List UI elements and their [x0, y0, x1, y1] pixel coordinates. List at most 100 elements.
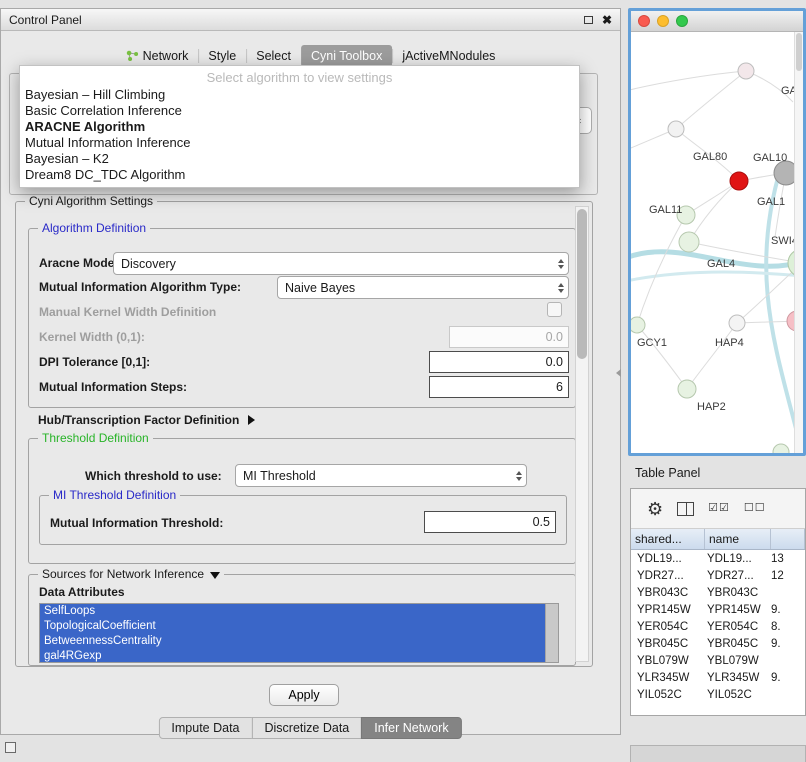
- dropdown-option-dream8[interactable]: Dream8 DC_TDC Algorithm: [20, 167, 579, 183]
- table-panel-window: ⚙ ☑☑ ☐☐ shared... name YDL19...YDL19...1…: [630, 488, 806, 716]
- table-row[interactable]: YBL079WYBL079W: [631, 652, 805, 669]
- hub-definition-label: Hub/Transcription Factor Definition: [38, 413, 239, 427]
- tab-jactivemnodules[interactable]: jActiveMNodules: [392, 45, 505, 67]
- table-row[interactable]: YPR145WYPR145W9.: [631, 601, 805, 618]
- tab-network[interactable]: Network: [116, 45, 199, 67]
- network-edge[interactable]: [676, 71, 746, 129]
- select-all-checkbox-icon[interactable]: ☑☑: [708, 503, 730, 514]
- algorithm-dropdown-popup: Select algorithm to view settings Bayesi…: [19, 65, 580, 188]
- attributes-list-scrollbar[interactable]: [545, 604, 558, 662]
- columns-icon[interactable]: [677, 502, 694, 516]
- node-label: HAP4: [715, 337, 744, 349]
- tab-impute-data[interactable]: Impute Data: [158, 717, 252, 739]
- table-cell: YBR045C: [631, 638, 705, 650]
- mi-type-value: Naive Bayes: [285, 281, 355, 295]
- manual-kernel-checkbox[interactable]: [547, 302, 562, 317]
- network-node[interactable]: [773, 444, 789, 453]
- tab-style[interactable]: Style: [198, 45, 246, 67]
- table-row[interactable]: YBR045CYBR045C9.: [631, 635, 805, 652]
- table-row[interactable]: YBR043CYBR043C: [631, 584, 805, 601]
- network-node[interactable]: [729, 315, 745, 331]
- kernel-width-field[interactable]: 0.0: [449, 326, 569, 348]
- algorithm-definition-group: Algorithm Definition Aracne Mode: Discov…: [28, 228, 576, 408]
- minimize-traffic-light[interactable]: [657, 15, 669, 27]
- chevron-down-icon: [210, 572, 220, 579]
- node-label: GAL1: [757, 196, 785, 208]
- mi-type-select[interactable]: Naive Bayes: [277, 276, 569, 299]
- control-panel-tabbar: Network Style Select Cyni Toolbox jActiv…: [116, 45, 506, 67]
- tab-cyni-toolbox[interactable]: Cyni Toolbox: [301, 45, 392, 67]
- mi-steps-field[interactable]: 6: [429, 376, 569, 398]
- table-cell: YLR345W: [631, 672, 705, 684]
- attribute-item[interactable]: SelfLoops: [40, 604, 545, 619]
- sources-group-title[interactable]: Sources for Network Inference: [38, 567, 224, 581]
- tab-label: Network: [143, 49, 189, 63]
- data-attributes-list[interactable]: SelfLoopsTopologicalCoefficientBetweenne…: [39, 603, 559, 663]
- tab-select[interactable]: Select: [246, 45, 301, 67]
- table-row[interactable]: YIL052CYIL052C: [631, 686, 805, 703]
- column-header-shared-name[interactable]: shared...: [631, 529, 705, 549]
- network-edge[interactable]: [637, 325, 687, 389]
- attribute-item[interactable]: BetweennessCentrality: [40, 634, 545, 649]
- network-node[interactable]: [738, 63, 754, 79]
- dropdown-option-basic-correlation[interactable]: Basic Correlation Inference: [20, 103, 579, 119]
- control-panel-titlebar[interactable]: Control Panel ✖: [1, 9, 620, 31]
- dropdown-option-bayesian-hill-climbing[interactable]: Bayesian – Hill Climbing: [20, 87, 579, 103]
- table-cell: YPR145W: [705, 604, 771, 616]
- table-row[interactable]: YDL19...YDL19...13: [631, 550, 805, 567]
- network-node[interactable]: [679, 232, 699, 252]
- settings-scrollbar[interactable]: [575, 206, 589, 662]
- dropdown-option-bayesian-k2[interactable]: Bayesian – K2: [20, 151, 579, 167]
- network-edge[interactable]: [689, 181, 739, 242]
- tab-discretize-data[interactable]: Discretize Data: [252, 717, 363, 739]
- table-cell: 9.: [771, 638, 805, 650]
- column-header-name[interactable]: name: [705, 529, 771, 549]
- table-row[interactable]: YER054CYER054C8.: [631, 618, 805, 635]
- apply-button[interactable]: Apply: [269, 684, 339, 706]
- dropdown-option-aracne[interactable]: ARACNE Algorithm: [20, 119, 579, 135]
- attribute-item[interactable]: gal4RGexp: [40, 649, 545, 663]
- which-threshold-label: Which threshold to use:: [85, 469, 222, 483]
- aracne-mode-select[interactable]: Discovery: [113, 252, 569, 275]
- table-row[interactable]: YLR345WYLR345W9.: [631, 669, 805, 686]
- deselect-all-checkbox-icon[interactable]: ☐☐: [744, 503, 766, 514]
- float-window-icon[interactable]: [584, 16, 593, 24]
- dpi-tolerance-field[interactable]: 0.0: [429, 351, 569, 373]
- table-panel-title: Table Panel: [635, 466, 700, 480]
- network-node[interactable]: [631, 317, 645, 333]
- network-canvas[interactable]: GALGAL80GAL10GAL11GAL1SWI4GAL4GCY1HAP4HA…: [631, 32, 803, 453]
- network-edge[interactable]: [687, 323, 737, 389]
- combo-arrows-icon: [516, 471, 522, 481]
- network-node[interactable]: [678, 380, 696, 398]
- node-label: GAL10: [753, 152, 787, 164]
- which-threshold-select[interactable]: MI Threshold: [235, 464, 527, 487]
- zoom-traffic-light[interactable]: [676, 15, 688, 27]
- tab-label: jActiveMNodules: [402, 49, 495, 63]
- network-edge[interactable]: [631, 71, 746, 92]
- network-scrollbar[interactable]: [794, 32, 803, 453]
- attribute-item[interactable]: TopologicalCoefficient: [40, 619, 545, 634]
- table-cell: YIL052C: [631, 689, 705, 701]
- chevron-right-icon: [248, 415, 255, 425]
- settings-group-title: Cyni Algorithm Settings: [25, 194, 157, 208]
- network-graph[interactable]: GALGAL80GAL10GAL11GAL1SWI4GAL4GCY1HAP4HA…: [631, 32, 803, 453]
- mi-steps-label: Mutual Information Steps:: [39, 380, 187, 394]
- scrollbar-thumb[interactable]: [577, 209, 587, 359]
- panel-collapse-arrow[interactable]: [616, 369, 621, 377]
- network-node[interactable]: [668, 121, 684, 137]
- network-edge[interactable]: [637, 215, 686, 325]
- dropdown-option-mutual-information[interactable]: Mutual Information Inference: [20, 135, 579, 151]
- settings-gear-icon[interactable]: ⚙: [647, 500, 663, 518]
- close-window-icon[interactable]: ✖: [602, 14, 612, 26]
- table-row[interactable]: YDR27...YDR27...12: [631, 567, 805, 584]
- network-window-titlebar[interactable]: [631, 11, 803, 32]
- mi-threshold-field[interactable]: 0.5: [424, 511, 556, 533]
- table-cell: YDR27...: [705, 570, 771, 582]
- bottom-left-window-icon[interactable]: [5, 742, 16, 753]
- network-node[interactable]: [730, 172, 748, 190]
- column-header-partial[interactable]: [771, 529, 805, 549]
- close-traffic-light[interactable]: [638, 15, 650, 27]
- hub-definition-toggle[interactable]: Hub/Transcription Factor Definition: [38, 413, 255, 427]
- scrollbar-thumb[interactable]: [796, 33, 802, 71]
- tab-infer-network[interactable]: Infer Network: [361, 717, 461, 739]
